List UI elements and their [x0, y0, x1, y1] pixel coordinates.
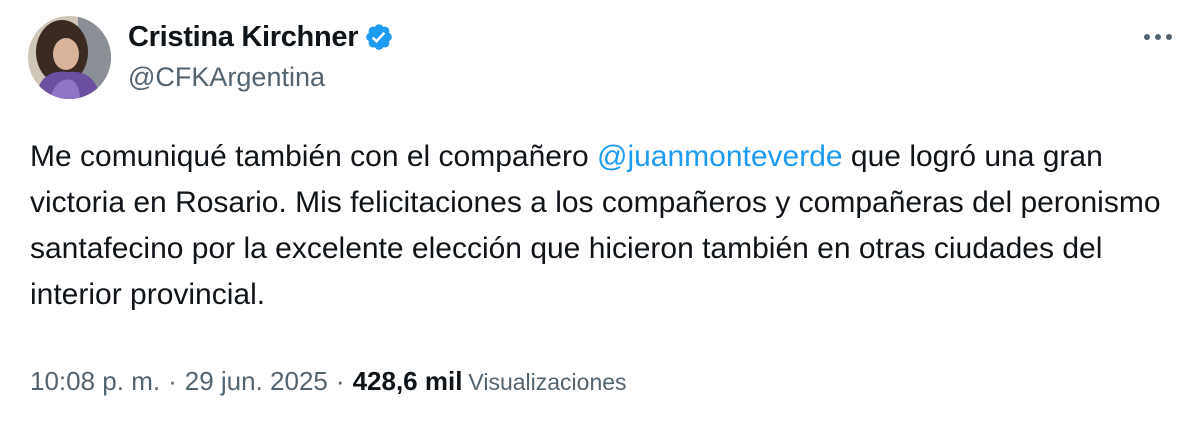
tweet-time[interactable]: 10:08 p. m. — [30, 366, 160, 397]
tweet-card: Cristina Kirchner @CFKArgentina Me comun… — [0, 0, 1200, 421]
author-display-name[interactable]: Cristina Kirchner — [128, 21, 358, 54]
tweet-text: Me comuniqué también con el compañero @j… — [30, 134, 1180, 318]
avatar-image — [28, 16, 111, 99]
tweet-date[interactable]: 29 jun. 2025 — [185, 366, 328, 397]
meta-separator: · — [168, 366, 177, 396]
tweet-text-part: Me comuniqué también con el compañero — [30, 140, 597, 173]
mention-link[interactable]: @juanmonteverde — [597, 140, 843, 173]
more-options-button[interactable] — [1138, 22, 1178, 52]
author-name-row: Cristina Kirchner — [128, 18, 394, 56]
verified-badge-icon — [364, 22, 394, 52]
more-horizontal-icon — [1144, 34, 1172, 40]
tweet-metadata: 10:08 p. m. · 29 jun. 2025 · 428,6 mil V… — [30, 366, 627, 397]
views-count: 428,6 mil — [352, 366, 463, 396]
views-label: Visualizaciones — [468, 369, 627, 395]
author-handle[interactable]: @CFKArgentina — [128, 62, 325, 93]
avatar[interactable] — [28, 16, 111, 99]
meta-separator: · — [335, 366, 345, 396]
